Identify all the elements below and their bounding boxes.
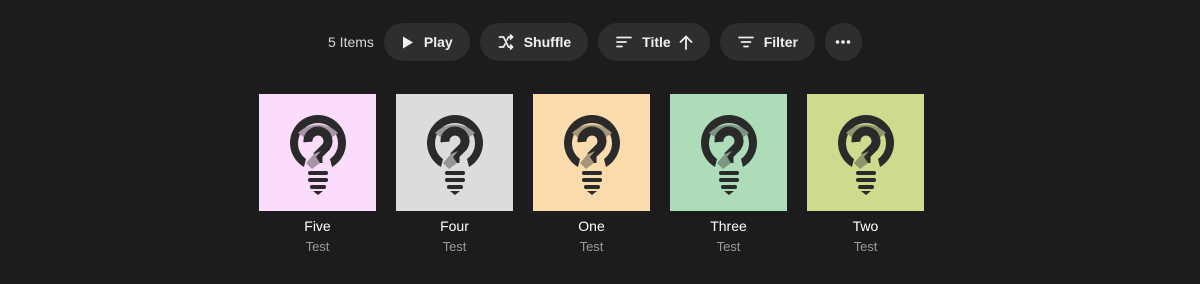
item-artwork[interactable] (259, 94, 376, 211)
more-options-button[interactable] (824, 23, 862, 61)
lightbulb-question-puzzle-icon (700, 114, 757, 195)
grid-item[interactable]: Four Test (396, 94, 513, 255)
filter-icon (737, 36, 754, 48)
item-title[interactable]: Two (807, 218, 924, 235)
grid-item[interactable]: Three Test (670, 94, 787, 255)
lightbulb-question-puzzle-icon (563, 114, 620, 195)
more-dots-icon (835, 40, 851, 44)
item-count: 5 Items (328, 34, 374, 50)
grid-item[interactable]: Five Test (259, 94, 376, 255)
lightbulb-question-puzzle-icon (289, 114, 346, 195)
item-title[interactable]: Five (259, 218, 376, 235)
item-artwork[interactable] (533, 94, 650, 211)
arrow-up-icon (679, 35, 693, 50)
sort-lines-icon (616, 36, 633, 48)
item-artwork[interactable] (670, 94, 787, 211)
play-button[interactable]: Play (383, 23, 470, 61)
shuffle-label: Shuffle (523, 34, 572, 50)
play-icon (402, 36, 414, 49)
sort-button[interactable]: Title (598, 23, 710, 61)
filter-button[interactable]: Filter (719, 23, 815, 61)
lightbulb-question-puzzle-icon (426, 114, 483, 195)
item-title[interactable]: One (533, 218, 650, 235)
item-subtitle[interactable]: Test (259, 239, 376, 255)
item-title[interactable]: Three (670, 218, 787, 235)
items-grid: Five Test Four Test One Test Three Test … (259, 94, 924, 255)
item-artwork[interactable] (396, 94, 513, 211)
shuffle-icon (498, 34, 514, 50)
item-artwork[interactable] (807, 94, 924, 211)
item-title[interactable]: Four (396, 218, 513, 235)
item-subtitle[interactable]: Test (396, 239, 513, 255)
grid-item[interactable]: Two Test (807, 94, 924, 255)
toolbar: 5 Items Play Shuffle Title Filter (328, 23, 872, 61)
play-label: Play (423, 34, 453, 50)
lightbulb-question-puzzle-icon (837, 114, 894, 195)
item-subtitle[interactable]: Test (670, 239, 787, 255)
shuffle-button[interactable]: Shuffle (479, 23, 589, 61)
filter-label: Filter (763, 34, 798, 50)
sort-label: Title (642, 34, 671, 50)
item-subtitle[interactable]: Test (807, 239, 924, 255)
item-subtitle[interactable]: Test (533, 239, 650, 255)
grid-item[interactable]: One Test (533, 94, 650, 255)
